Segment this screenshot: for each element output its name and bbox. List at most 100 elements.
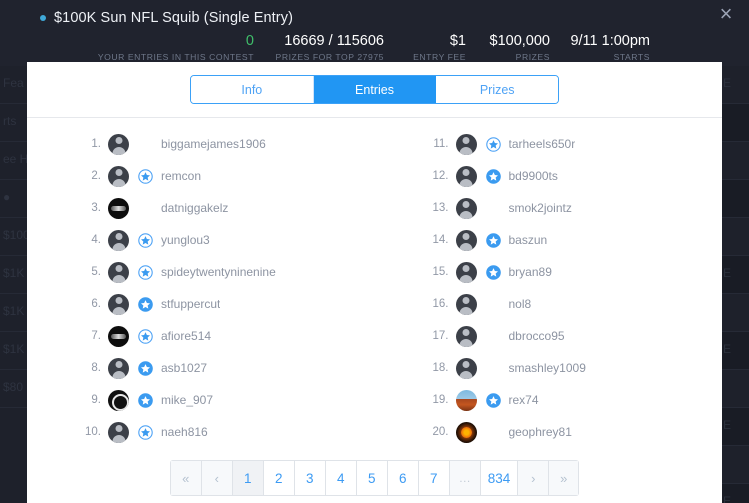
star-badge-solid-icon bbox=[485, 264, 501, 280]
entry-username: bryan89 bbox=[508, 265, 552, 279]
pagination-page-4[interactable]: 4 bbox=[324, 460, 356, 496]
pagination-arrow-‹[interactable]: ‹ bbox=[200, 460, 232, 496]
pagination-page-2[interactable]: 2 bbox=[262, 460, 294, 496]
pagination: «‹ 1 2 3 4 5 6 7… 834 ›» bbox=[169, 460, 580, 496]
background-row: E bbox=[720, 66, 749, 104]
avatar bbox=[455, 293, 477, 315]
entry-rank: 1. bbox=[91, 138, 101, 150]
avatar bbox=[455, 229, 477, 251]
entry-username: naeh816 bbox=[161, 425, 208, 439]
background-row: E bbox=[720, 484, 749, 503]
pagination-ellipsis-…: … bbox=[448, 460, 480, 496]
background-right-column: EEEEE bbox=[720, 66, 749, 503]
star-badge-outline-icon bbox=[138, 328, 153, 344]
entry-row[interactable]: 3. datniggakelz bbox=[27, 192, 375, 224]
entry-rank: 16. bbox=[432, 298, 449, 310]
entry-row[interactable]: 16. nol8 bbox=[375, 288, 723, 320]
tab-info[interactable]: Info bbox=[191, 76, 314, 103]
background-row: E bbox=[720, 256, 749, 294]
star-badge-outline-icon bbox=[138, 264, 153, 280]
entry-row[interactable]: 18. smashley1009 bbox=[375, 352, 723, 384]
avatar bbox=[108, 421, 129, 443]
stat-value: 16669 / 115606 bbox=[284, 33, 384, 49]
stat-entry-fee: $1 ENTRY FEE bbox=[386, 33, 468, 64]
avatar bbox=[455, 325, 477, 347]
entry-rank: 18. bbox=[432, 362, 449, 374]
entry-username: mike_907 bbox=[161, 393, 214, 407]
entry-row[interactable]: 14. baszun bbox=[375, 224, 723, 256]
contest-detail-modal: Info Entries Prizes 1. biggamejames1906 2.… bbox=[27, 62, 722, 503]
pagination-page-5[interactable]: 5 bbox=[355, 460, 387, 496]
entry-row[interactable]: 12. bd9900ts bbox=[375, 160, 723, 192]
background-row: $1K bbox=[0, 256, 27, 294]
entry-username: afiore514 bbox=[161, 329, 212, 343]
avatar bbox=[108, 133, 129, 155]
pagination-page-7[interactable]: 7 bbox=[417, 460, 449, 496]
entry-row[interactable]: 20. geophrey81 bbox=[375, 416, 723, 448]
background-row: E bbox=[720, 332, 749, 370]
stat-your-entries: 0 YOUR ENTRIES IN THIS CONTEST bbox=[28, 33, 256, 64]
entry-row[interactable]: 13. smok2jointz bbox=[375, 192, 723, 224]
entry-row[interactable]: 4. yunglou3 bbox=[27, 224, 375, 256]
stat-prizes-for-top: 16669 / 115606 PRIZES FOR TOP 27975 bbox=[256, 33, 386, 64]
entry-row[interactable]: 6. stfuppercut bbox=[27, 288, 375, 320]
close-icon[interactable]: × bbox=[713, 2, 739, 28]
entry-row[interactable]: 19. rex74 bbox=[375, 384, 723, 416]
entry-row[interactable]: 5. spideytwentyninenine bbox=[27, 256, 375, 288]
entry-username: remcon bbox=[161, 169, 202, 183]
entry-row[interactable]: 11. tarheels650r bbox=[375, 128, 723, 160]
pagination-arrow-«[interactable]: « bbox=[169, 460, 201, 496]
entry-row[interactable]: 7. afiore514 bbox=[27, 320, 375, 352]
entry-rank: 9. bbox=[91, 394, 101, 406]
entry-row[interactable]: 1. biggamejames1906 bbox=[27, 128, 375, 160]
avatar bbox=[108, 229, 129, 251]
background-row bbox=[720, 180, 749, 218]
pagination-page-1[interactable]: 1 bbox=[231, 460, 263, 496]
entry-username: stfuppercut bbox=[161, 297, 221, 311]
avatar bbox=[455, 357, 477, 379]
star-badge-solid-icon bbox=[138, 392, 153, 408]
entry-row[interactable]: 10. naeh816 bbox=[27, 416, 375, 448]
stat-value: 0 bbox=[245, 33, 254, 49]
avatar bbox=[455, 165, 477, 187]
entry-row[interactable]: 17. dbrocco95 bbox=[375, 320, 723, 352]
tab-entries[interactable]: Entries bbox=[313, 76, 437, 103]
live-status-dot bbox=[40, 15, 46, 21]
entry-row[interactable]: 8. asb1027 bbox=[27, 352, 375, 384]
avatar bbox=[108, 293, 129, 315]
entry-row[interactable]: 15. bryan89 bbox=[375, 256, 723, 288]
entry-rank: 5. bbox=[91, 266, 101, 278]
entry-username: bd9900ts bbox=[508, 169, 558, 183]
stat-starts: 9/11 1:00pm STARTS bbox=[552, 33, 652, 64]
background-row: ee H bbox=[0, 142, 27, 180]
entry-rank: 10. bbox=[85, 426, 101, 438]
pagination-bar: «‹ 1 2 3 4 5 6 7… 834 ›» bbox=[27, 448, 722, 503]
star-badge-solid-icon bbox=[485, 392, 501, 408]
star-badge-solid-icon bbox=[485, 232, 501, 248]
background-row: $1K bbox=[0, 294, 27, 332]
background-row: $1K bbox=[0, 332, 27, 370]
entry-username: dbrocco95 bbox=[508, 329, 565, 343]
tab-bar: Info Entries Prizes bbox=[27, 62, 722, 118]
tab-prizes[interactable]: Prizes bbox=[436, 76, 558, 103]
pagination-arrow-›[interactable]: › bbox=[517, 460, 549, 496]
background-row bbox=[720, 104, 749, 142]
entry-username: nol8 bbox=[508, 297, 532, 311]
pagination-page-6[interactable]: 6 bbox=[386, 460, 418, 496]
star-badge-outline-icon bbox=[138, 232, 153, 248]
entries-list: 1. biggamejames1906 2. remcon 3. datniggakelz… bbox=[27, 122, 722, 448]
entry-row[interactable]: 2. remcon bbox=[27, 160, 375, 192]
entry-rank: 12. bbox=[432, 170, 449, 182]
tab-group: Info Entries Prizes bbox=[190, 75, 559, 104]
entry-username: spideytwentyninenine bbox=[161, 265, 276, 279]
background-row bbox=[720, 370, 749, 408]
stat-value: $100,000 bbox=[489, 33, 550, 49]
background-row: ● bbox=[0, 180, 27, 218]
pagination-page-3[interactable]: 3 bbox=[293, 460, 325, 496]
entry-row[interactable]: 9. mike_907 bbox=[27, 384, 375, 416]
pagination-page-834[interactable]: 834 bbox=[479, 460, 518, 496]
pagination-arrow-»[interactable]: » bbox=[548, 460, 580, 496]
background-row: rts bbox=[0, 104, 27, 142]
entry-rank: 11. bbox=[433, 138, 449, 150]
contest-header: × $100K Sun NFL Squib (Single Entry) 0 Y… bbox=[0, 0, 749, 66]
